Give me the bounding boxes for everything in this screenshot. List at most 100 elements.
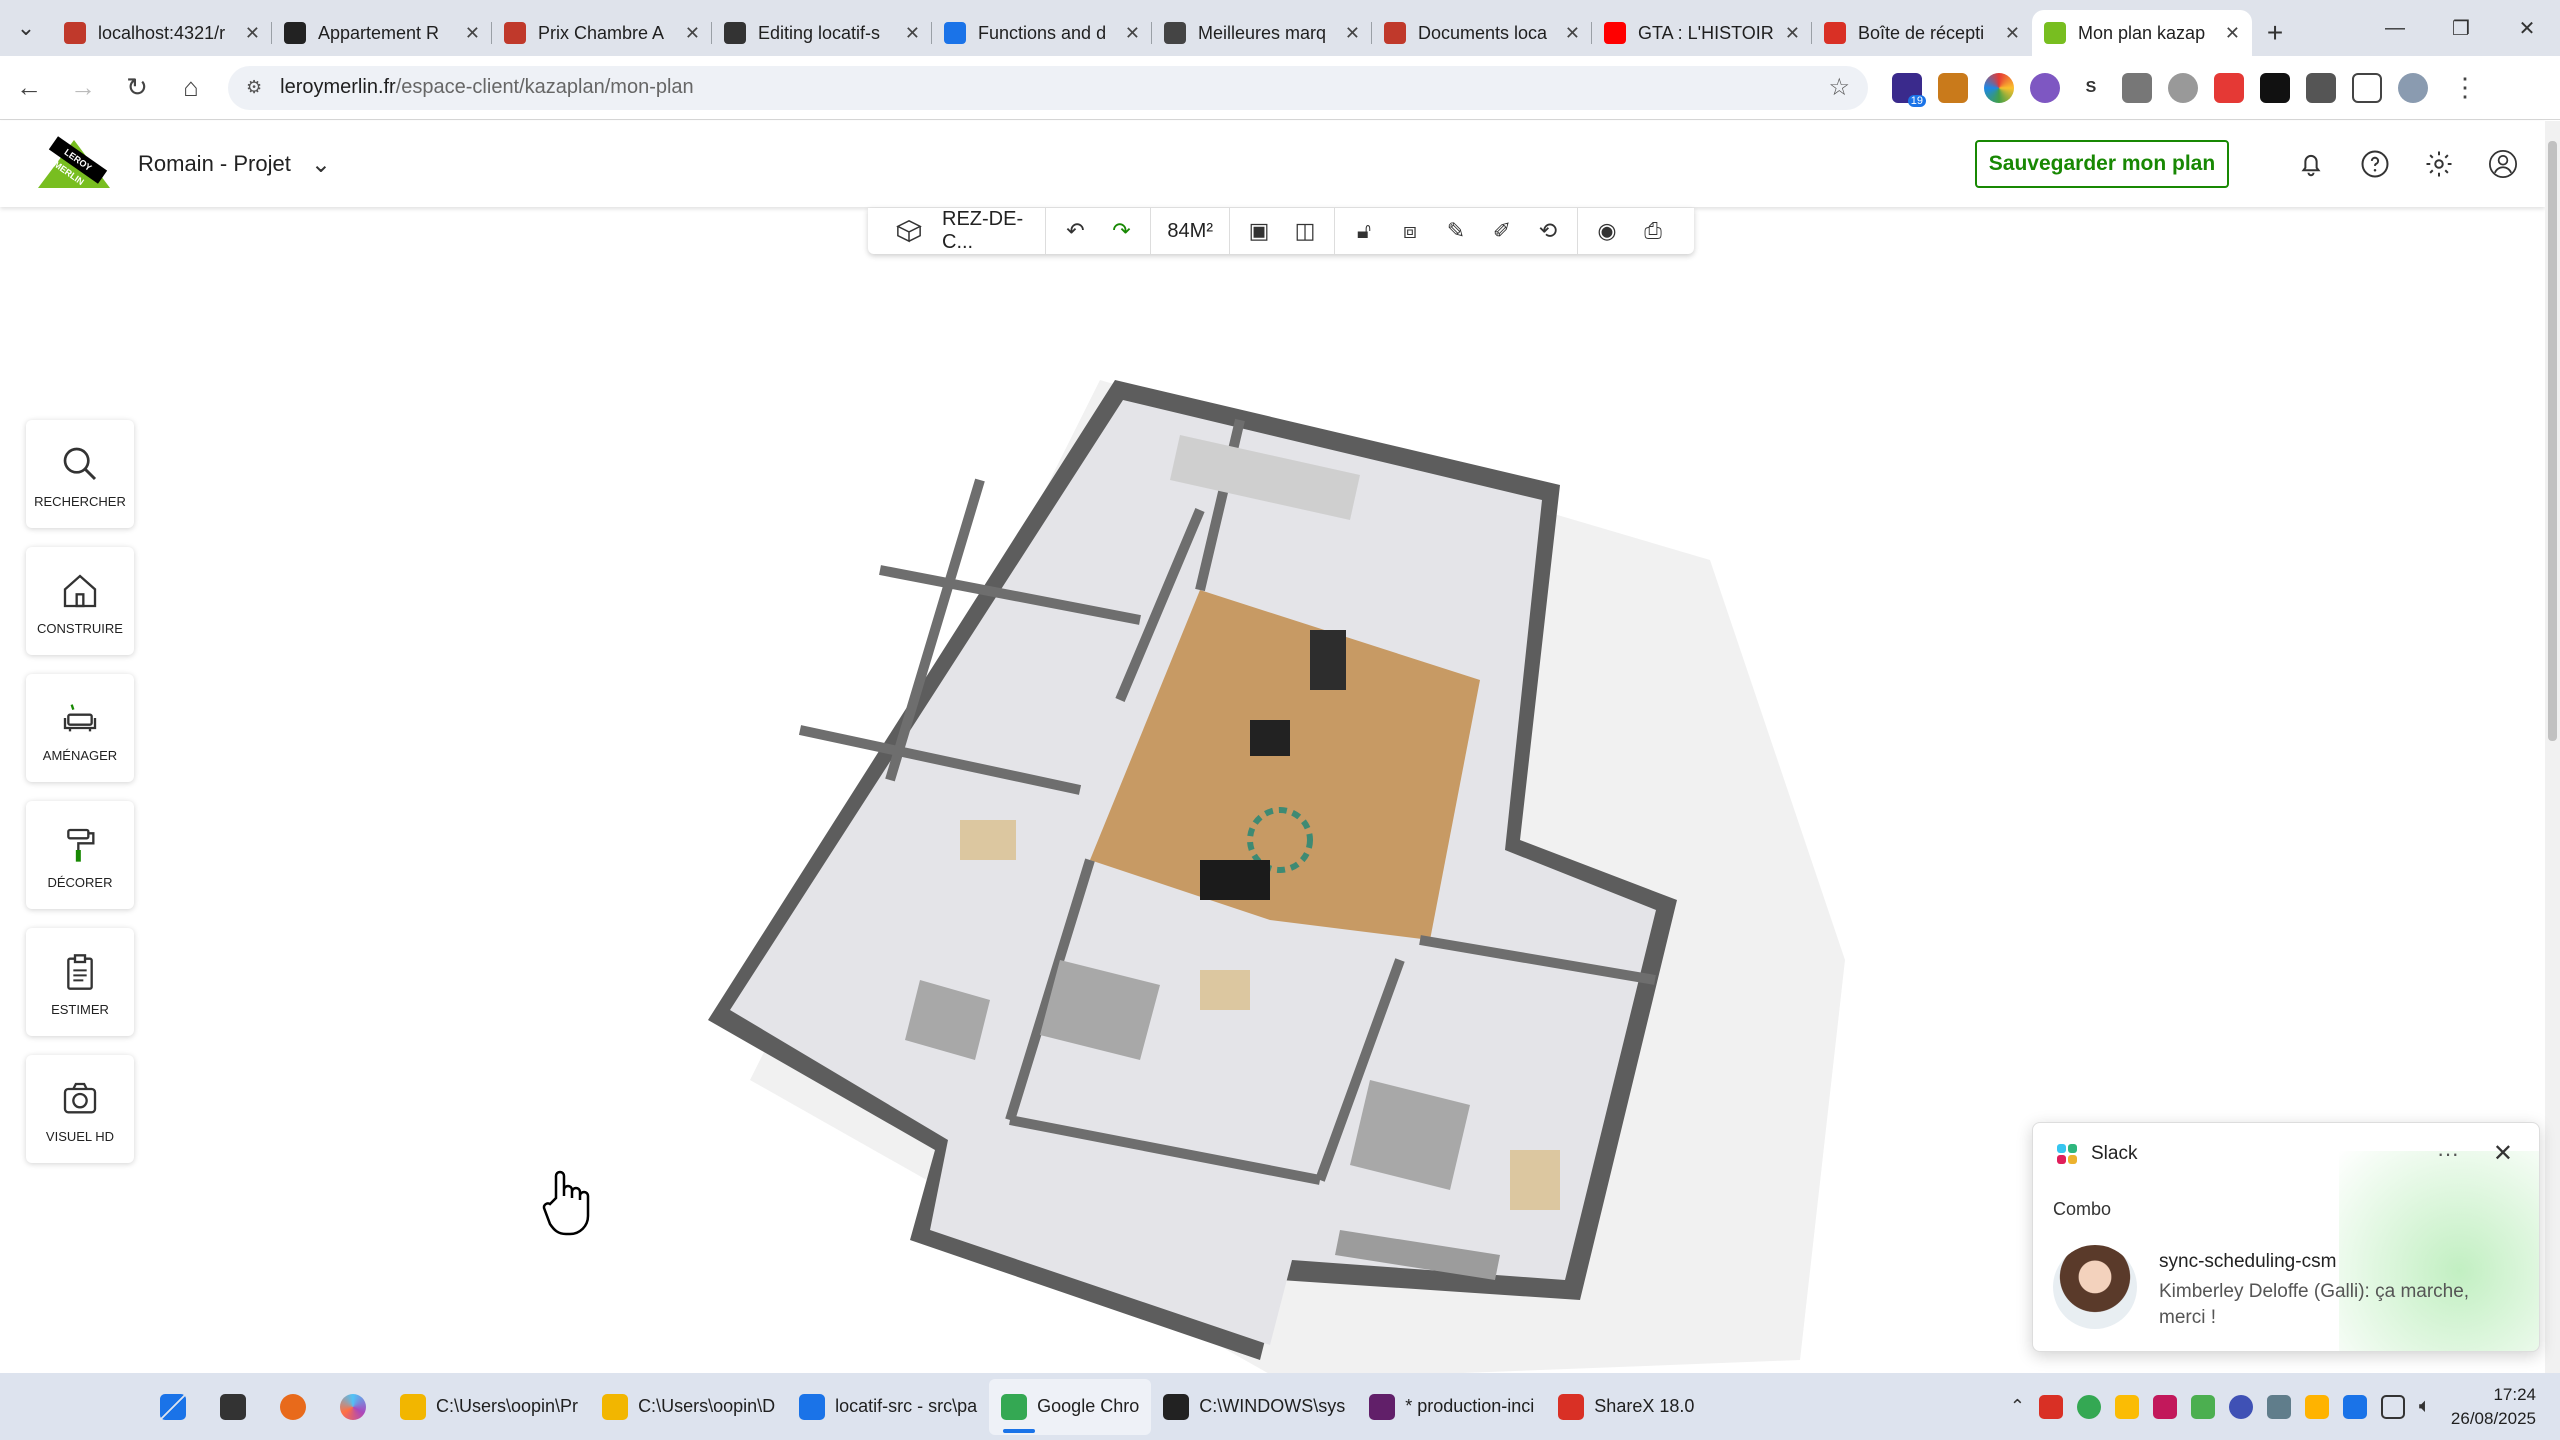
browser-tab[interactable]: Functions and d ✕ bbox=[932, 10, 1152, 56]
tray-app-icon[interactable] bbox=[2228, 1394, 2253, 1419]
user-account-icon[interactable] bbox=[2485, 146, 2521, 182]
leroy-merlin-logo[interactable]: LEROY MERLIN bbox=[38, 136, 110, 188]
browser-menu-icon[interactable]: ⋮ bbox=[2452, 72, 2478, 103]
area-group[interactable]: 84M² bbox=[1151, 208, 1230, 254]
taskbar-app[interactable]: ShareX 18.0 bbox=[1546, 1379, 1706, 1435]
tray-chevron-up-icon[interactable]: ⌃ bbox=[2010, 1396, 2025, 1417]
tab-close-icon[interactable]: ✕ bbox=[1125, 23, 1140, 44]
toast-close-icon[interactable]: ✕ bbox=[2493, 1139, 2513, 1168]
toast-more-options-icon[interactable]: ··· bbox=[2437, 1141, 2459, 1167]
reload-button[interactable]: ↻ bbox=[112, 63, 162, 113]
bell-icon[interactable] bbox=[2293, 146, 2329, 182]
redo-icon[interactable]: ↷ bbox=[1108, 218, 1134, 244]
left-menu-item-rechercher[interactable]: RECHERCHER bbox=[26, 420, 134, 528]
taskbar-app[interactable]: * production-inci bbox=[1357, 1379, 1546, 1435]
color-picker-extension-icon[interactable] bbox=[1984, 72, 2014, 103]
home-button[interactable]: ⌂ bbox=[166, 63, 216, 113]
new-tab-button[interactable]: + bbox=[2252, 10, 2298, 56]
extension-icon[interactable] bbox=[2260, 72, 2290, 103]
taskbar-app[interactable]: locatif-src - src\pa bbox=[787, 1379, 989, 1435]
extension-icon[interactable] bbox=[2214, 72, 2244, 103]
start-button[interactable] bbox=[0, 1379, 208, 1435]
tab-close-icon[interactable]: ✕ bbox=[1345, 23, 1360, 44]
network-icon[interactable] bbox=[2380, 1394, 2405, 1419]
eyedropper-icon[interactable]: ✐ bbox=[1489, 218, 1515, 244]
browser-tab[interactable]: Appartement R ✕ bbox=[272, 10, 492, 56]
browser-tab[interactable]: Meilleures marq ✕ bbox=[1152, 10, 1372, 56]
puzzle-extensions-icon[interactable] bbox=[2352, 72, 2382, 103]
undo-icon[interactable]: ↶ bbox=[1062, 218, 1088, 244]
tab-close-icon[interactable]: ✕ bbox=[1785, 23, 1800, 44]
taskbar-app[interactable]: C:\Users\oopin\D bbox=[590, 1379, 787, 1435]
left-menu-item-estimer[interactable]: ESTIMER bbox=[26, 928, 134, 1036]
3d-box-icon[interactable]: ⧈ bbox=[1397, 218, 1423, 244]
3d-floor-plan[interactable] bbox=[680, 360, 1880, 1380]
address-bar[interactable]: ⚙ leroymerlin.fr/espace-client/kazaplan/… bbox=[228, 65, 1868, 110]
restore-icon[interactable]: ❐ bbox=[2428, 0, 2494, 56]
tab-close-icon[interactable]: ✕ bbox=[2005, 23, 2020, 44]
tab-close-icon[interactable]: ✕ bbox=[465, 23, 480, 44]
left-menu-item-construire[interactable]: CONSTRUIRE bbox=[26, 547, 134, 655]
left-menu-item-am-nager[interactable]: AMÉNAGER bbox=[26, 674, 134, 782]
minimize-icon[interactable]: — bbox=[2362, 0, 2428, 56]
search-app-button[interactable] bbox=[268, 1379, 328, 1435]
browser-tab[interactable]: Documents loca ✕ bbox=[1372, 10, 1592, 56]
pencil-icon[interactable]: ✎ bbox=[1443, 218, 1469, 244]
close-window-icon[interactable]: ✕ bbox=[2494, 0, 2560, 56]
tray-app-icon[interactable] bbox=[2190, 1394, 2215, 1419]
extension-icon[interactable] bbox=[2122, 72, 2152, 103]
tray-app-icon[interactable] bbox=[2342, 1394, 2367, 1419]
lock-icon[interactable]: 🔓︎ bbox=[1351, 218, 1377, 244]
taskbar-clock[interactable]: 17:24 26/08/2025 bbox=[2451, 1383, 2536, 1431]
copilot-button[interactable] bbox=[328, 1379, 388, 1435]
tab-close-icon[interactable]: ✕ bbox=[905, 23, 920, 44]
browser-tab[interactable]: Prix Chambre A ✕ bbox=[492, 10, 712, 56]
level-selector[interactable]: REZ-DE-C... bbox=[880, 208, 1047, 254]
tray-app-icon[interactable] bbox=[2266, 1394, 2291, 1419]
tab-close-icon[interactable]: ✕ bbox=[2225, 23, 2240, 44]
browser-tab[interactable]: Boîte de récepti ✕ bbox=[1812, 10, 2032, 56]
tray-drive-icon[interactable] bbox=[2114, 1394, 2139, 1419]
left-menu-item-visuel-hd[interactable]: VISUEL HD bbox=[26, 1055, 134, 1163]
profile-avatar[interactable] bbox=[2398, 72, 2428, 103]
tray-app-icon[interactable] bbox=[2076, 1394, 2101, 1419]
bookmark-star-icon[interactable]: ☆ bbox=[1828, 73, 1850, 102]
tab-close-icon[interactable]: ✕ bbox=[245, 23, 260, 44]
site-info-icon[interactable]: ⚙ bbox=[246, 77, 262, 98]
paint-icon[interactable]: ⟲ bbox=[1535, 218, 1561, 244]
tray-app-icon[interactable] bbox=[2038, 1394, 2063, 1419]
extension-icon[interactable] bbox=[1938, 72, 1968, 103]
help-icon[interactable] bbox=[2357, 146, 2393, 182]
volume-icon[interactable]: 🔈︎ bbox=[2419, 1395, 2431, 1418]
s-extension-icon[interactable]: S bbox=[2076, 72, 2106, 103]
extension-icon[interactable] bbox=[2168, 72, 2198, 103]
tray-app-icon[interactable] bbox=[2152, 1394, 2177, 1419]
left-menu-item-d-corer[interactable]: DÉCORER bbox=[26, 801, 134, 909]
taskbar-app[interactable]: Google Chro bbox=[989, 1378, 1152, 1435]
slack-notification[interactable]: Slack ··· ✕ Combo sync-scheduling-csm Ki… bbox=[2032, 1122, 2540, 1352]
print-icon[interactable]: ⎙ bbox=[1640, 218, 1666, 244]
tray-app-icon[interactable] bbox=[2304, 1394, 2329, 1419]
task-view-button[interactable] bbox=[208, 1379, 268, 1435]
tab-close-icon[interactable]: ✕ bbox=[685, 23, 700, 44]
browser-tab[interactable]: GTA : L'HISTOIR ✕ bbox=[1592, 10, 1812, 56]
gear-extension-icon[interactable] bbox=[2030, 72, 2060, 103]
extension-badge-icon[interactable]: 19 bbox=[1892, 72, 1926, 107]
chevron-down-icon[interactable]: ⌄ bbox=[311, 150, 331, 179]
forward-button[interactable]: → bbox=[58, 63, 108, 113]
map-icon[interactable]: ◫ bbox=[1292, 218, 1318, 244]
2d-plan-icon[interactable]: ▣ bbox=[1246, 218, 1272, 244]
back-button[interactable]: ← bbox=[4, 63, 54, 113]
scrollbar-thumb[interactable] bbox=[2548, 141, 2557, 741]
browser-tab[interactable]: Editing locatif-s ✕ bbox=[712, 10, 932, 56]
page-scrollbar[interactable] bbox=[2545, 121, 2560, 1373]
save-plan-button[interactable]: Sauvegarder mon plan bbox=[1975, 140, 2229, 188]
eye-icon[interactable]: ◉ bbox=[1594, 218, 1620, 244]
taskbar-app[interactable]: C:\Users\oopin\Pr bbox=[388, 1379, 590, 1435]
taskbar-app[interactable]: C:\WINDOWS\sys bbox=[1151, 1379, 1357, 1435]
browser-tab[interactable]: localhost:4321/r ✕ bbox=[52, 10, 272, 56]
settings-gear-icon[interactable] bbox=[2421, 146, 2457, 182]
browser-tab[interactable]: Mon plan kazap ✕ bbox=[2032, 10, 2252, 56]
tab-search-chevron-icon[interactable]: ⌄ bbox=[0, 0, 52, 56]
project-name[interactable]: Romain - Projet bbox=[138, 151, 291, 177]
